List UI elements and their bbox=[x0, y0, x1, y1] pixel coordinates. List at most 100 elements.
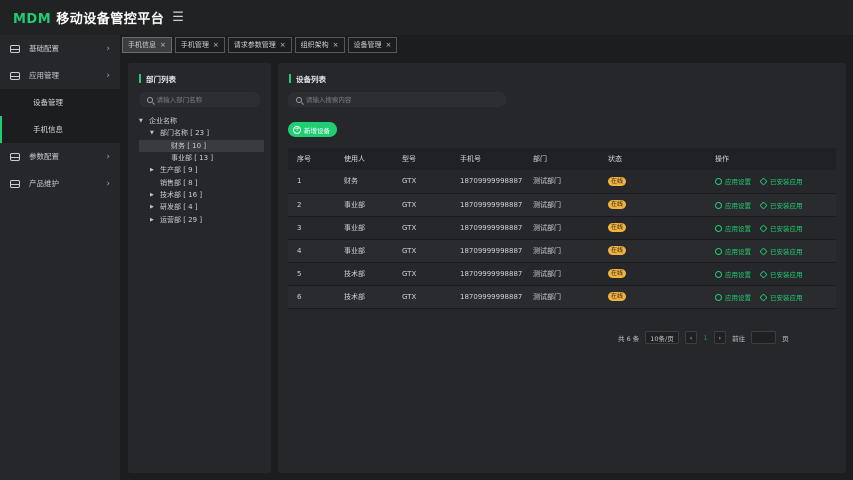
status-badge: 在线 bbox=[608, 246, 627, 255]
tree-node[interactable]: 事业部 [ 13 ] bbox=[139, 152, 264, 164]
app-title: MDM 移动设备管控平台 bbox=[13, 8, 164, 27]
sidebar-subitem[interactable]: 手机信息 bbox=[0, 116, 120, 143]
department-search[interactable] bbox=[139, 92, 260, 107]
add-device-button[interactable]: + 新增设备 bbox=[288, 122, 337, 137]
close-icon[interactable]: × bbox=[160, 41, 166, 49]
installed-apps-link[interactable]: 已安装应用 bbox=[759, 247, 803, 256]
installed-apps-link[interactable]: 已安装应用 bbox=[759, 177, 803, 186]
tree-node[interactable]: ▶ 研发部 [ 4 ] bbox=[139, 201, 264, 213]
goto-label: 前往 bbox=[732, 334, 746, 343]
goto-page-input[interactable] bbox=[751, 331, 777, 344]
tree-node[interactable]: ▼ 部门名称 [ 23 ] bbox=[139, 127, 264, 139]
menu-toggle-icon[interactable]: ☰ bbox=[172, 10, 184, 25]
sidebar-subitem-label: 手机信息 bbox=[33, 125, 63, 134]
cell-user: 事业部 bbox=[335, 239, 393, 263]
brand-mdm: MDM bbox=[13, 12, 52, 27]
pagination: 共 6 条 10条/页 ‹ 1 › 前往 页 bbox=[618, 331, 789, 344]
app-settings-label: 应用设置 bbox=[725, 178, 751, 187]
installed-apps-link[interactable]: 已安装应用 bbox=[759, 224, 803, 233]
app-settings-link[interactable]: 应用设置 bbox=[715, 270, 751, 279]
sidebar-item[interactable]: 基础配置 › bbox=[0, 35, 120, 62]
table-row: 2 事业部 GTX 18709999998887 测试部门 在线 应用设置 已安装应用 bbox=[288, 193, 836, 217]
close-icon[interactable]: × bbox=[213, 41, 219, 49]
prev-page-button[interactable]: ‹ bbox=[684, 331, 698, 344]
cell-no: 6 bbox=[288, 285, 335, 309]
installed-apps-link[interactable]: 已安装应用 bbox=[759, 293, 803, 302]
tree-node[interactable]: ▶ 运营部 [ 29 ] bbox=[139, 213, 264, 225]
app-settings-link[interactable]: 应用设置 bbox=[715, 201, 751, 210]
tab[interactable]: 设备管理 × bbox=[347, 37, 398, 53]
app-settings-link[interactable]: 应用设置 bbox=[715, 293, 751, 302]
tree-node[interactable]: ▶ 生产部 [ 9 ] bbox=[139, 164, 264, 176]
sidebar-item[interactable]: 应用管理 › bbox=[0, 62, 120, 89]
close-icon[interactable]: × bbox=[386, 41, 392, 49]
sidebar-item[interactable]: 参数配置 › bbox=[0, 143, 120, 170]
sidebar-subitem[interactable]: 设备管理 bbox=[0, 89, 120, 116]
current-page[interactable]: 1 bbox=[703, 334, 707, 342]
expand-toggle-icon[interactable]: ▶ bbox=[150, 192, 160, 198]
tab-bar: 手机信息 × 手机管理 × 请求参数管理 × 组织架构 × 设备管理 × bbox=[122, 37, 398, 54]
column-header: 序号 bbox=[288, 148, 335, 170]
expand-toggle-icon[interactable]: ▶ bbox=[150, 204, 160, 210]
app-settings-link[interactable]: 应用设置 bbox=[715, 178, 751, 186]
settings-icon bbox=[715, 293, 722, 301]
column-header: 部门 bbox=[524, 148, 599, 170]
page-size-select[interactable]: 10条/页 bbox=[645, 331, 679, 344]
tree-node[interactable]: 销售部 [ 8 ] bbox=[139, 176, 264, 188]
tree-node-label: 销售部 [ 8 ] bbox=[160, 178, 198, 187]
cell-dept: 测试部门 bbox=[524, 216, 599, 240]
add-device-label: 新增设备 bbox=[304, 126, 330, 135]
department-tree: ▼ 企业名称 ▼ 部门名称 [ 23 ] 财务 [ 10 ] 事业部 [ 13 ] ▶ 生产部… bbox=[139, 115, 264, 226]
sidebar-item-label: 应用管理 bbox=[29, 71, 59, 80]
cell-no: 4 bbox=[288, 239, 335, 263]
close-icon[interactable]: × bbox=[333, 41, 339, 49]
tab-label: 设备管理 bbox=[353, 41, 382, 49]
sidebar-item[interactable]: 产品维护 › bbox=[0, 170, 120, 197]
installed-apps-link[interactable]: 已安装应用 bbox=[759, 201, 803, 210]
installed-apps-label: 已安装应用 bbox=[770, 293, 803, 302]
settings-icon bbox=[715, 201, 722, 209]
tab[interactable]: 组织架构 × bbox=[294, 37, 345, 53]
cell-actions: 应用设置 已安装应用 bbox=[706, 170, 836, 194]
settings-icon bbox=[715, 247, 722, 255]
search-icon bbox=[296, 96, 302, 103]
next-page-button[interactable]: › bbox=[713, 331, 727, 344]
sidebar-item-label: 基础配置 bbox=[29, 44, 59, 53]
chevron-right-icon: › bbox=[106, 43, 110, 54]
cell-status: 在线 bbox=[599, 170, 706, 194]
app-settings-link[interactable]: 应用设置 bbox=[715, 224, 751, 233]
table-row: 3 事业部 GTX 18709999998887 测试部门 在线 应用设置 已安装应用 bbox=[288, 216, 836, 240]
tree-node[interactable]: 财务 [ 10 ] bbox=[139, 139, 264, 152]
tab[interactable]: 请求参数管理 × bbox=[227, 37, 292, 53]
expand-toggle-icon[interactable]: ▶ bbox=[150, 167, 160, 173]
table-header-row: 序号 使用人 型号 手机号 部门 状态 操作 bbox=[288, 148, 836, 170]
tree-node[interactable]: ▼ 企业名称 bbox=[139, 115, 264, 127]
tab[interactable]: 手机管理 × bbox=[174, 37, 225, 53]
close-icon[interactable]: × bbox=[280, 41, 286, 49]
department-search-input[interactable] bbox=[156, 95, 259, 104]
device-search[interactable] bbox=[288, 92, 506, 107]
cell-model: GTX bbox=[393, 262, 451, 286]
cell-actions: 应用设置 已安装应用 bbox=[706, 216, 836, 240]
expand-toggle-icon[interactable]: ▶ bbox=[150, 217, 160, 223]
tree-node[interactable]: ▶ 技术部 [ 16 ] bbox=[139, 189, 264, 201]
chevron-right-icon: › bbox=[106, 151, 110, 162]
tab[interactable]: 手机信息 × bbox=[122, 37, 172, 53]
cell-model: GTX bbox=[393, 216, 451, 240]
cell-user: 事业部 bbox=[335, 216, 393, 240]
department-panel-title: 部门列表 bbox=[139, 74, 176, 85]
inbox-icon bbox=[10, 179, 20, 188]
expand-toggle-icon[interactable]: ▼ bbox=[139, 118, 149, 124]
app-settings-link[interactable]: 应用设置 bbox=[715, 247, 751, 256]
device-search-input[interactable] bbox=[305, 95, 505, 104]
status-badge: 在线 bbox=[608, 292, 627, 301]
installed-apps-link[interactable]: 已安装应用 bbox=[759, 270, 803, 279]
expand-toggle-icon[interactable]: ▼ bbox=[150, 130, 160, 136]
layers-icon bbox=[759, 177, 768, 186]
cell-actions: 应用设置 已安装应用 bbox=[706, 239, 836, 263]
installed-apps-label: 已安装应用 bbox=[770, 270, 803, 279]
tree-node-label: 企业名称 bbox=[149, 117, 177, 126]
cell-phone: 18709999998887 bbox=[451, 285, 524, 309]
cell-no: 1 bbox=[288, 170, 335, 194]
sidebar-item-label: 产品维护 bbox=[29, 179, 59, 188]
